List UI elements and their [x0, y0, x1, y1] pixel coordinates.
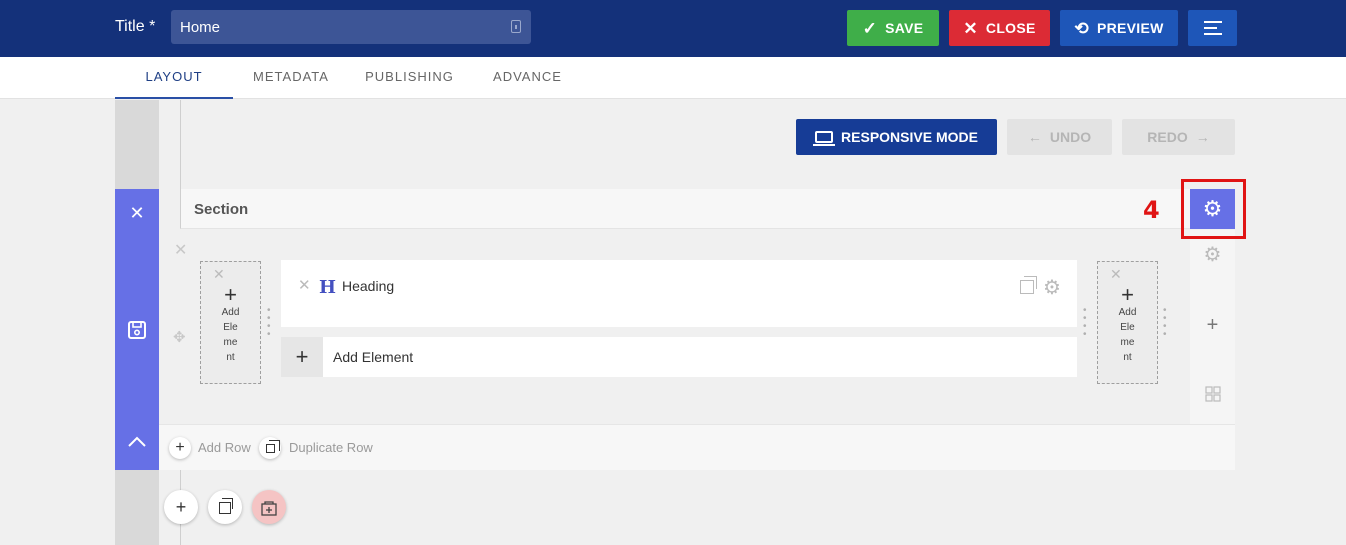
tab-advance[interactable]: ADVANCE: [480, 57, 575, 99]
duplicate-row-button[interactable]: [259, 437, 281, 459]
menu-button[interactable]: [1188, 10, 1237, 46]
laptop-icon: [813, 131, 836, 146]
element-name: Heading: [342, 278, 395, 294]
library-icon: [261, 501, 277, 516]
field-options-icon[interactable]: [511, 20, 521, 33]
redo-button[interactable]: REDO →: [1122, 119, 1235, 155]
undo-button[interactable]: ← UNDO: [1007, 119, 1112, 155]
section-sidebar: ✕: [115, 189, 159, 470]
layout-grid-icon[interactable]: [1190, 386, 1235, 407]
remove-row-icon[interactable]: ✕: [174, 240, 187, 260]
save-section-icon[interactable]: [115, 320, 159, 345]
add-row-button[interactable]: +: [169, 437, 191, 459]
add-element-label: Add Element: [333, 349, 414, 365]
arrow-right-icon: →: [1195, 129, 1210, 145]
row-footer: + Add Row Duplicate Row: [159, 424, 1235, 470]
preview-button[interactable]: ⟲ PREVIEW: [1060, 10, 1178, 46]
duplicate-row-label[interactable]: Duplicate Row: [289, 440, 373, 455]
add-element-label: Add Ele me nt: [221, 307, 240, 363]
row-settings-gear-icon[interactable]: ⚙: [1190, 242, 1235, 267]
tab-metadata[interactable]: METADATA: [240, 57, 342, 99]
canvas-guide-line: [180, 100, 181, 189]
heading-icon: H: [319, 277, 337, 298]
empty-column-left[interactable]: ✕ + Add Ele me nt: [200, 261, 261, 384]
column-resize-handle[interactable]: • • • •: [1163, 306, 1167, 340]
tab-publishing[interactable]: PUBLISHING: [352, 57, 467, 99]
save-button[interactable]: ✓ SAVE: [847, 10, 939, 46]
remove-section-icon[interactable]: ✕: [115, 203, 159, 224]
check-icon: ✓: [862, 18, 878, 38]
add-section-button[interactable]: +: [164, 490, 198, 524]
remove-element-icon[interactable]: ✕: [298, 276, 311, 294]
duplicate-icon: [219, 498, 233, 515]
arrow-left-icon: ←: [1027, 129, 1042, 145]
duplicate-icon: [265, 440, 280, 454]
section-title: Section: [194, 201, 249, 218]
top-bar: Title * ✓ SAVE ✕ CLOSE ⟲ PREVIEW: [0, 0, 1346, 57]
tab-bar: LAYOUT METADATA PUBLISHING ADVANCE: [0, 57, 1346, 99]
move-icon[interactable]: ✥: [173, 328, 186, 346]
responsive-mode-button[interactable]: RESPONSIVE MODE: [796, 119, 997, 155]
tab-layout[interactable]: LAYOUT: [115, 57, 233, 99]
hamburger-icon: [1203, 21, 1222, 35]
heading-element[interactable]: ✕ H Heading ⚙: [281, 260, 1077, 327]
section-header: Section: [180, 189, 1235, 229]
collapse-section-icon[interactable]: [115, 435, 159, 453]
add-element-label: Add Ele me nt: [1118, 307, 1137, 363]
add-row-label[interactable]: Add Row: [198, 440, 251, 455]
empty-column-right[interactable]: ✕ + Add Ele me nt: [1097, 261, 1158, 384]
step-marker: 4: [1143, 196, 1160, 224]
close-button[interactable]: ✕ CLOSE: [949, 10, 1050, 46]
duplicate-icon[interactable]: [1020, 276, 1037, 294]
refresh-icon: ⟲: [1074, 18, 1089, 38]
title-label: Title *: [115, 18, 156, 35]
add-column-icon[interactable]: +: [1190, 314, 1235, 337]
column-resize-handle[interactable]: • • • •: [1083, 306, 1087, 340]
duplicate-section-button[interactable]: [208, 490, 242, 524]
title-input[interactable]: [171, 10, 501, 44]
remove-column-icon[interactable]: ✕: [213, 266, 225, 283]
add-element-button[interactable]: + Add Element: [281, 337, 1077, 377]
remove-column-icon[interactable]: ✕: [1110, 266, 1122, 283]
row-tools: ⚙ +: [1190, 230, 1235, 424]
gear-icon[interactable]: ⚙: [1043, 275, 1061, 300]
close-icon: ✕: [963, 18, 978, 38]
add-from-library-button[interactable]: [252, 490, 286, 524]
title-field[interactable]: [171, 10, 531, 44]
plus-icon: +: [281, 337, 323, 377]
column-resize-handle[interactable]: • • • •: [267, 306, 271, 340]
highlight-box: [1181, 179, 1246, 239]
